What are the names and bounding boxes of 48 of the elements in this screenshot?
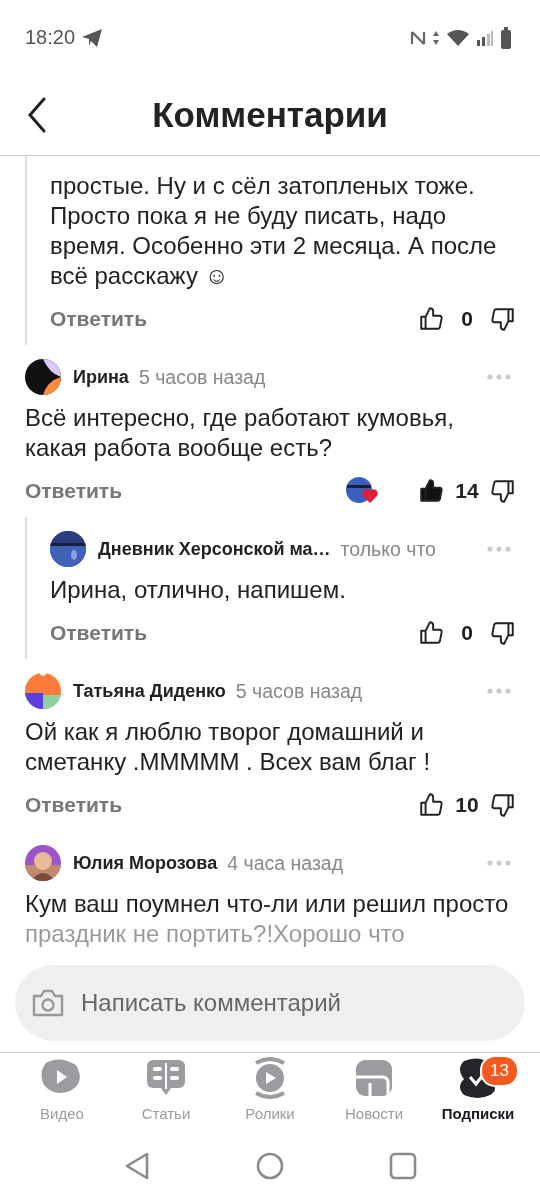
nav-tab[interactable]: Ролики — [222, 1057, 318, 1137]
reply-link[interactable]: Ответить — [25, 479, 123, 503]
thumbs-up-icon[interactable] — [418, 306, 444, 332]
nav-tab[interactable]: Видео — [14, 1057, 110, 1137]
battery-icon — [500, 26, 512, 49]
nav-tab[interactable]: 13 Подписки — [430, 1057, 526, 1137]
thumbs-up-icon[interactable] — [418, 620, 444, 646]
avatar-icon — [25, 359, 61, 395]
thumbs-up-icon[interactable] — [418, 478, 444, 504]
reply-link[interactable]: Ответить — [50, 307, 148, 331]
data-arrows-icon — [432, 29, 440, 46]
recents-icon[interactable] — [389, 1151, 417, 1180]
author-name[interactable]: Дневник Херсонской ма… — [98, 538, 331, 560]
clock-time: 18:20 — [25, 26, 76, 49]
comment-time: 5 часов назад — [235, 679, 363, 703]
back-icon[interactable] — [26, 97, 48, 133]
signal-icon — [476, 29, 494, 46]
thumbs-up-icon[interactable] — [418, 792, 444, 818]
like-count: 0 — [460, 307, 474, 331]
nav-tab[interactable]: Статьи — [118, 1057, 214, 1137]
like-count: 0 — [460, 621, 474, 645]
reply-link[interactable]: Ответить — [50, 621, 148, 645]
count-badge: 13 — [480, 1055, 519, 1087]
reply-link[interactable]: Ответить — [25, 793, 123, 817]
home-icon[interactable] — [256, 1151, 284, 1180]
comment-field[interactable]: Написать комментарий — [15, 965, 525, 1041]
comment-text: Ирина, отлично, напишем. — [50, 575, 347, 605]
author-name[interactable]: Татьяна Диденко — [73, 680, 226, 702]
like-count: 14 — [454, 479, 480, 503]
comment-time: 4 часа назад — [227, 851, 344, 875]
thumbs-down-icon[interactable] — [490, 792, 516, 818]
author-name[interactable]: Ирина — [73, 366, 129, 388]
page-title: Комментарии — [152, 95, 388, 135]
nav-tab[interactable]: Новости — [326, 1057, 422, 1137]
comment-time: 5 часов назад — [138, 365, 266, 389]
like-count: 10 — [454, 793, 480, 817]
paper-plane-icon — [81, 27, 104, 48]
avatar-icon — [25, 673, 61, 709]
comment-text: Всё интересно, где работают кумовья, какая работа вообще есть? — [25, 403, 455, 463]
thumbs-down-icon[interactable] — [490, 478, 516, 504]
thumbs-down-icon[interactable] — [490, 306, 516, 332]
comment-text: простые. Ну и с сёл затопленых тоже. Просто пока я не буду писать, надо время. Особенно эти 2 месяца. А после всё расскажу ☺ — [50, 171, 498, 291]
wifi-icon — [446, 28, 470, 47]
comment-time: только что — [340, 537, 436, 561]
author-name[interactable]: Юлия Морозова — [73, 852, 218, 874]
comment-text: Ой как я люблю творог домашний и сметанку .МММММ . Всех вам благ ! — [25, 717, 432, 777]
user-avatar — [25, 845, 61, 881]
thumbs-down-icon[interactable] — [490, 620, 516, 646]
